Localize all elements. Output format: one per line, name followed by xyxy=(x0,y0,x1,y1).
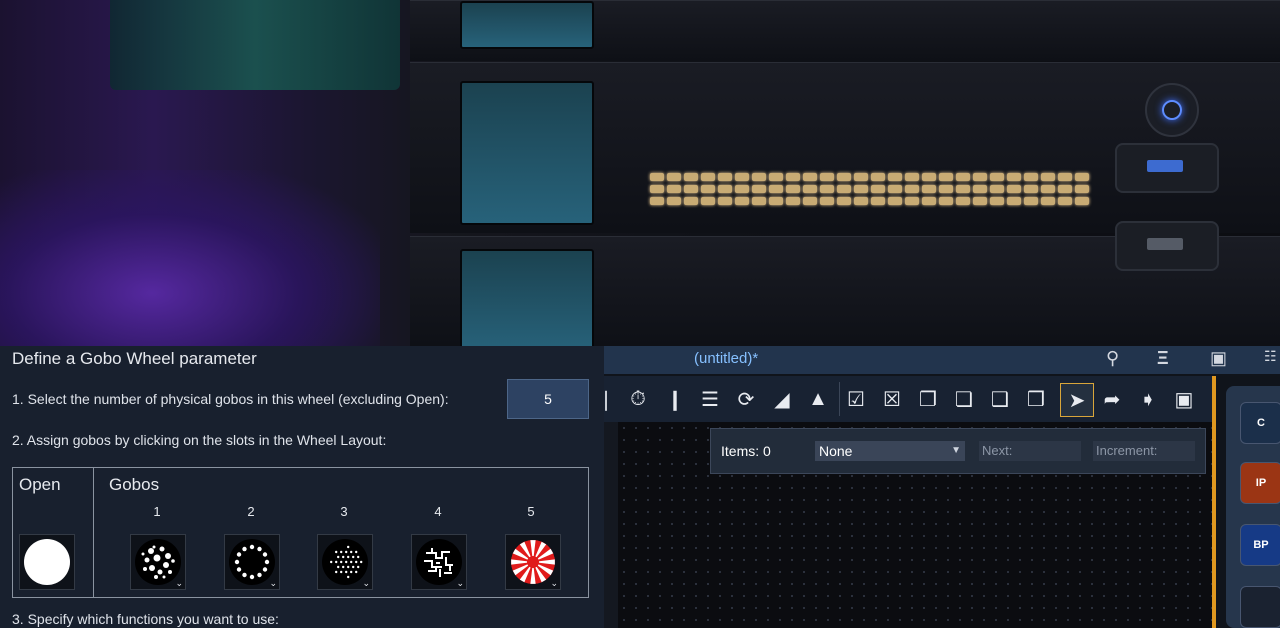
vertical-ruler xyxy=(604,422,619,628)
document-title: (untitled)* xyxy=(694,350,759,367)
dialog-title: Define a Gobo Wheel parameter xyxy=(12,349,257,368)
step-2-label: 2. Assign gobos by clicking on the slots… xyxy=(12,432,387,448)
toolbar: ❘ ⏱ ❙ ☰ ⟳ ◢ ▲ ☑ ☒ ❐ ❏ ❑ ❒ ➤ ➦ ➧ ▣ xyxy=(598,376,1214,422)
gobo-number: 1 xyxy=(153,504,161,519)
gobo-number: 2 xyxy=(247,504,255,519)
rack-unit-main xyxy=(410,62,1280,233)
gobo-wheel-dialog: Define a Gobo Wheel parameter 1. Select … xyxy=(0,346,604,628)
chevron-down-icon: ⌄ xyxy=(175,578,183,588)
gobo-number: 5 xyxy=(527,504,535,519)
select-all-icon[interactable]: ☑ xyxy=(840,383,872,415)
flip-horizontal-icon[interactable]: ◢ xyxy=(766,383,798,415)
chevron-down-icon: ⌄ xyxy=(362,578,370,588)
rack-screen xyxy=(460,81,594,225)
rack-screen xyxy=(460,249,594,346)
gobo-slot-3[interactable]: ⌄ xyxy=(317,534,373,590)
rotate-icon[interactable]: ⟳ xyxy=(730,383,762,415)
design-app-window: (untitled)* ⚲ Ξ ▣ ☷ ❘ ⏱ ❙ ☰ ⟳ ◢ ▲ ☑ ☒ ❐ … xyxy=(598,346,1280,628)
front-vents xyxy=(650,173,1089,205)
usb-c-port-icon xyxy=(1115,221,1219,271)
layout-divider xyxy=(93,468,94,597)
background-monitor xyxy=(110,0,400,90)
right-palette: C IP BP xyxy=(1226,386,1280,628)
mirror-icon[interactable]: ▲ xyxy=(802,383,834,415)
rack-screen xyxy=(460,1,594,49)
gobo-red-star-icon xyxy=(510,539,556,585)
gobo-number: 4 xyxy=(434,504,442,519)
chevron-down-icon: ⌄ xyxy=(269,578,277,588)
gobo-maze-icon xyxy=(416,539,462,585)
usb-port-icon xyxy=(1115,143,1219,193)
next-field[interactable]: Next: xyxy=(979,441,1081,461)
open-slot[interactable] xyxy=(19,534,75,590)
list-icon[interactable]: ☰ xyxy=(694,383,726,415)
gobos-label: Gobos xyxy=(109,475,160,494)
palette-toggle-icon[interactable] xyxy=(1240,586,1280,628)
increment-field[interactable]: Increment: xyxy=(1093,441,1195,461)
gobo-number: 3 xyxy=(340,504,348,519)
duplicate-icon[interactable]: ❑ xyxy=(984,383,1016,415)
gobo-slot-5[interactable]: ⌄ xyxy=(505,534,561,590)
numbering-select[interactable]: None ▼ xyxy=(815,441,965,461)
gobo-count-field[interactable]: 5 xyxy=(507,379,589,419)
rack-unit-bottom xyxy=(410,221,1280,346)
bring-front-icon[interactable]: ❒ xyxy=(1020,383,1052,415)
numbering-bar: Items: 0 None ▼ Next: Increment: xyxy=(710,428,1206,474)
step-1-label: 1. Select the number of physical gobos i… xyxy=(12,391,449,407)
gobo-slot-1[interactable]: ⌄ xyxy=(130,534,186,590)
gobo-splatter-icon xyxy=(135,539,181,585)
fixture-icon[interactable]: Ξ xyxy=(1157,348,1169,369)
camera-icon[interactable]: ▣ xyxy=(1210,348,1227,369)
stack-icon[interactable]: ❏ xyxy=(948,383,980,415)
power-button-icon xyxy=(1145,83,1199,137)
panel-splitter[interactable] xyxy=(1212,376,1216,628)
hero-photo xyxy=(0,0,1280,346)
open-label: Open xyxy=(19,475,61,494)
gobo-slot-4[interactable]: ⌄ xyxy=(411,534,467,590)
pointer-add-icon[interactable]: ➦ xyxy=(1096,383,1128,415)
gobo-dot-field-icon xyxy=(322,539,368,585)
console-glow xyxy=(0,170,380,346)
palette-button-c[interactable]: C xyxy=(1240,402,1280,444)
wand-icon[interactable]: ⚲ xyxy=(1106,348,1119,369)
pointer-info-icon[interactable]: ➧ xyxy=(1132,383,1164,415)
grid-icon[interactable]: ☷ xyxy=(1264,348,1277,365)
chevron-down-icon: ▼ xyxy=(951,445,961,456)
align-vertical-icon[interactable]: ❙ xyxy=(659,383,691,415)
pointer-icon[interactable]: ➤ xyxy=(1060,383,1094,417)
wheel-layout: Open Gobos 1 2 3 4 5 ⌄ ⌄ ⌄ ⌄ ⌄ xyxy=(12,467,589,598)
gauge-icon[interactable]: ⏱ xyxy=(622,383,654,415)
title-bar: (untitled)* ⚲ Ξ ▣ ☷ xyxy=(604,346,1280,374)
numbering-select-value: None xyxy=(819,443,853,459)
chevron-down-icon: ⌄ xyxy=(550,578,558,588)
items-count: Items: 0 xyxy=(721,443,771,459)
copy-frame-icon[interactable]: ❐ xyxy=(912,383,944,415)
step-3-label: 3. Specify which functions you want to u… xyxy=(12,611,279,627)
palette-button-ip[interactable]: IP xyxy=(1240,462,1280,504)
align-bar-icon[interactable]: ❘ xyxy=(590,383,622,415)
deselect-icon[interactable]: ☒ xyxy=(876,383,908,415)
fit-frame-icon[interactable]: ▣ xyxy=(1168,383,1200,415)
gobo-dot-ring-icon xyxy=(229,539,275,585)
palette-button-bp[interactable]: BP xyxy=(1240,524,1280,566)
rack-unit-top xyxy=(410,0,1280,61)
gobo-slot-2[interactable]: ⌄ xyxy=(224,534,280,590)
chevron-down-icon: ⌄ xyxy=(456,578,464,588)
open-disc-icon xyxy=(24,539,70,585)
